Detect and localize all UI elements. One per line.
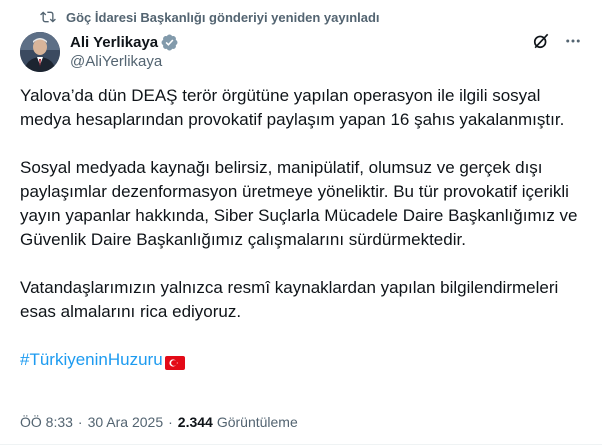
retweet-icon <box>40 9 56 25</box>
author-name[interactable]: Ali Yerlikaya <box>70 34 158 51</box>
turkey-flag-icon <box>164 353 185 370</box>
tweet-paragraph: Vatandaşlarımızın yalnızca resmî kaynakl… <box>20 278 559 321</box>
tweet-meta: ÖÖ 8:33 · 30 Ara 2025 · 2.344 Görüntülem… <box>20 414 298 430</box>
retweet-label: Göç İdaresi Başkanlığı gönderiyi yeniden… <box>66 9 380 25</box>
divider <box>0 444 602 445</box>
tweet-time[interactable]: ÖÖ 8:33 <box>20 414 73 430</box>
tweet-actions-top <box>520 30 584 52</box>
hashtag-link[interactable]: #TürkiyeninHuzuru <box>20 348 163 372</box>
views-label: Görüntüleme <box>216 414 298 430</box>
verified-badge-icon[interactable] <box>161 34 178 51</box>
meta-separator: · <box>168 414 173 430</box>
author-handle[interactable]: @AliYerlikaya <box>70 53 178 70</box>
views-count: 2.344 <box>177 414 213 430</box>
more-icon[interactable] <box>562 30 584 52</box>
meta-separator: · <box>77 414 83 430</box>
author-block: Ali Yerlikaya @AliYerlikaya <box>70 32 178 70</box>
avatar[interactable] <box>20 32 60 72</box>
tweet-date[interactable]: 30 Ara 2025 <box>88 414 164 430</box>
tweet-text: Yalova’da dün DEAŞ terör örgütüne yapıla… <box>20 84 585 372</box>
retweet-indicator[interactable]: Göç İdaresi Başkanlığı gönderiyi yeniden… <box>40 8 380 26</box>
grok-icon[interactable] <box>530 30 552 52</box>
hashtag-line: #TürkiyeninHuzuru <box>20 348 585 372</box>
tweet-paragraph: Sosyal medyada kaynağı belirsiz, manipül… <box>20 158 578 249</box>
tweet-paragraph: Yalova’da dün DEAŞ terör örgütüne yapıla… <box>20 86 565 129</box>
